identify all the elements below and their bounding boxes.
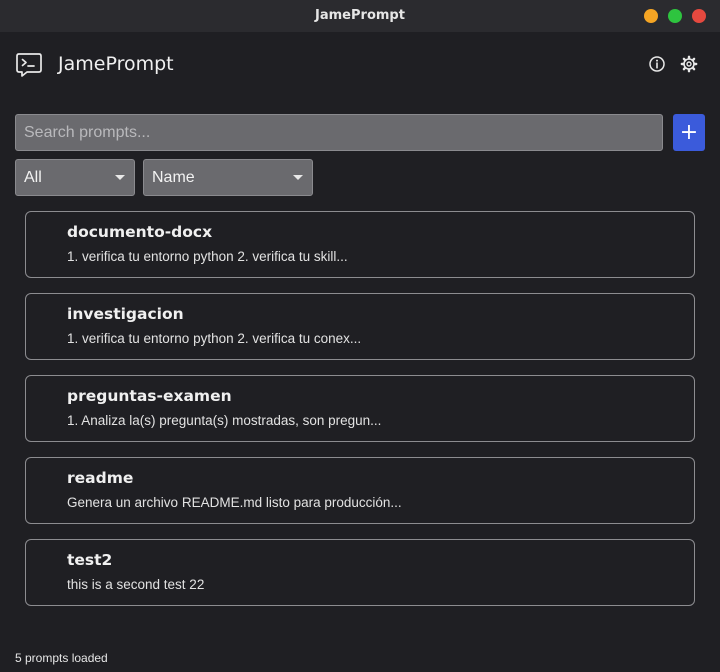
prompt-title: documento-docx	[67, 223, 213, 241]
category-filter-select[interactable]: All	[15, 159, 135, 196]
prompt-card-readme[interactable]: readme Genera un archivo README.md listo…	[25, 457, 695, 524]
terminal-chat-icon	[15, 51, 43, 79]
sort-value: Name	[152, 169, 195, 186]
info-icon[interactable]	[648, 55, 666, 73]
prompt-preview: 1. verifica tu entorno python 2. verific…	[67, 331, 362, 346]
add-prompt-button[interactable]: +	[673, 114, 705, 151]
search-input[interactable]	[15, 114, 663, 151]
prompt-title: investigacion	[67, 305, 184, 323]
window-minimize-button[interactable]	[644, 9, 658, 23]
prompt-card-test2[interactable]: test2 this is a second test 22	[25, 539, 695, 606]
prompt-title: test2	[67, 551, 113, 569]
prompt-preview: Genera un archivo README.md listo para p…	[67, 495, 402, 510]
status-text: 5 prompts loaded	[15, 651, 108, 665]
prompt-preview: 1. Analiza la(s) pregunta(s) mostradas, …	[67, 413, 382, 428]
title-bar: JamePrompt	[0, 0, 720, 32]
prompt-title: readme	[67, 469, 134, 487]
gear-icon[interactable]	[680, 55, 698, 73]
app-name: JamePrompt	[58, 53, 174, 75]
prompt-preview: 1. verifica tu entorno python 2. verific…	[67, 249, 348, 264]
prompt-preview: this is a second test 22	[67, 577, 205, 592]
window-close-button[interactable]	[692, 9, 706, 23]
prompt-card-preguntas-examen[interactable]: preguntas-examen 1. Analiza la(s) pregun…	[25, 375, 695, 442]
prompt-title: preguntas-examen	[67, 387, 232, 405]
chevron-down-icon	[115, 175, 125, 180]
prompt-card-investigacion[interactable]: investigacion 1. verifica tu entorno pyt…	[25, 293, 695, 360]
window-maximize-button[interactable]	[668, 9, 682, 23]
window-title: JamePrompt	[315, 8, 405, 23]
prompt-card-documento-docx[interactable]: documento-docx 1. verifica tu entorno py…	[25, 211, 695, 278]
category-filter-value: All	[24, 169, 42, 186]
chevron-down-icon	[293, 175, 303, 180]
sort-select[interactable]: Name	[143, 159, 313, 196]
